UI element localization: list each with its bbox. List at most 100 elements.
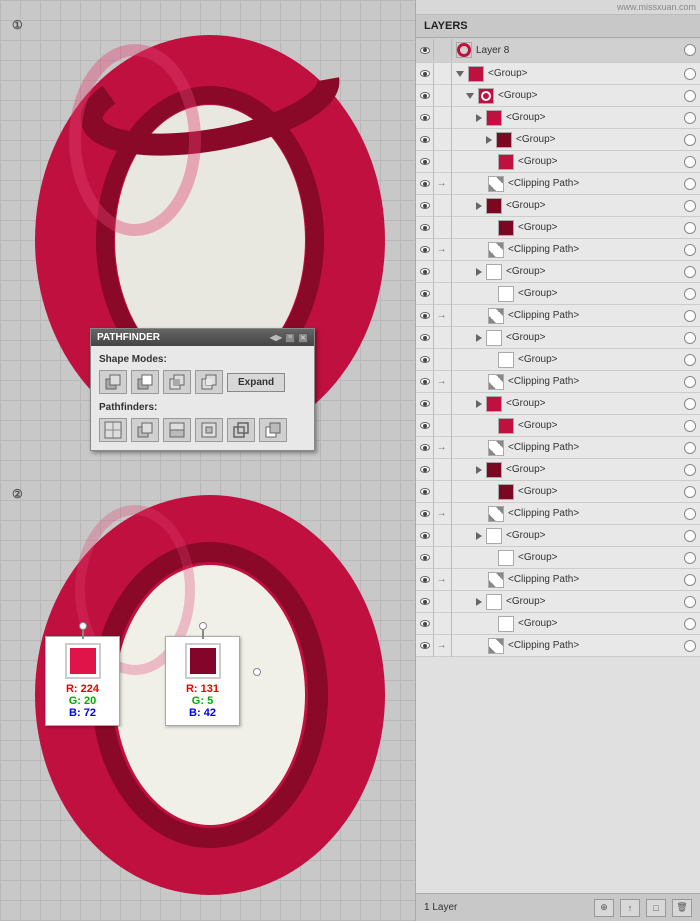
layer-item[interactable]: <Group>	[416, 327, 700, 349]
layer8-eye[interactable]	[416, 39, 434, 61]
layer-item[interactable]: <Group>	[416, 393, 700, 415]
layer-item[interactable]: <Group>	[416, 525, 700, 547]
layer-item[interactable]: <Group>	[416, 459, 700, 481]
layer8-lock[interactable]	[434, 39, 452, 61]
expand-triangle[interactable]	[466, 93, 474, 99]
intersect-btn[interactable]	[163, 370, 191, 394]
eye-icon-btn[interactable]	[416, 217, 434, 239]
new-sublayer-btn[interactable]: ⊕	[594, 899, 614, 917]
minus-back-btn[interactable]	[259, 418, 287, 442]
expand-triangle[interactable]	[476, 114, 482, 122]
layer-circle[interactable]	[684, 486, 696, 498]
layer-item[interactable]: → <Clipping Path>	[416, 173, 700, 195]
eye-icon-btn[interactable]	[416, 195, 434, 217]
eye-icon-btn[interactable]	[416, 503, 434, 525]
expand-triangle[interactable]	[476, 532, 482, 540]
layer-item[interactable]: <Group>	[416, 613, 700, 635]
layer-circle[interactable]	[684, 200, 696, 212]
layer-item[interactable]: <Group>	[416, 481, 700, 503]
layers-scroll[interactable]: <Group> <Group> <Group>	[416, 63, 700, 893]
expand-triangle[interactable]	[476, 466, 482, 474]
layer-circle[interactable]	[684, 640, 696, 652]
layer-circle[interactable]	[684, 398, 696, 410]
eye-icon-btn[interactable]	[416, 173, 434, 195]
layer-circle[interactable]	[684, 596, 696, 608]
crop-btn[interactable]	[195, 418, 223, 442]
eye-icon-btn[interactable]	[416, 305, 434, 327]
eye-icon-btn[interactable]	[416, 415, 434, 437]
layer8-row[interactable]: Layer 8	[416, 38, 700, 63]
layer-item[interactable]: <Group>	[416, 283, 700, 305]
outline-btn[interactable]	[227, 418, 255, 442]
layer-circle[interactable]	[684, 530, 696, 542]
eye-icon-btn[interactable]	[416, 63, 434, 85]
layer-circle[interactable]	[684, 508, 696, 520]
eye-icon-btn[interactable]	[416, 239, 434, 261]
layer-circle[interactable]	[684, 178, 696, 190]
eye-icon-btn[interactable]	[416, 591, 434, 613]
layer-circle[interactable]	[684, 442, 696, 454]
layer-item[interactable]: <Group>	[416, 63, 700, 85]
layer-item[interactable]: <Group>	[416, 85, 700, 107]
eye-icon-btn[interactable]	[416, 613, 434, 635]
layer-item[interactable]: <Group>	[416, 591, 700, 613]
eye-icon-btn[interactable]	[416, 371, 434, 393]
layer-circle[interactable]	[684, 574, 696, 586]
eye-icon-btn[interactable]	[416, 151, 434, 173]
layer-circle[interactable]	[684, 376, 696, 388]
layer-item[interactable]: → <Clipping Path>	[416, 305, 700, 327]
expand-triangle[interactable]	[456, 71, 464, 77]
layer-item[interactable]: → <Clipping Path>	[416, 239, 700, 261]
layer-circle[interactable]	[684, 464, 696, 476]
eye-icon-btn[interactable]	[416, 261, 434, 283]
delete-layer-btn[interactable]: 🗑	[672, 899, 692, 917]
layer-item[interactable]: <Group>	[416, 195, 700, 217]
move-layer-btn[interactable]: ↑	[620, 899, 640, 917]
eye-icon-btn[interactable]	[416, 393, 434, 415]
eye-icon-btn[interactable]	[416, 635, 434, 657]
layer-circle[interactable]	[684, 266, 696, 278]
unite-btn[interactable]	[99, 370, 127, 394]
layer-circle[interactable]	[684, 310, 696, 322]
layer-item[interactable]: → <Clipping Path>	[416, 371, 700, 393]
layer-item[interactable]: <Group>	[416, 217, 700, 239]
eye-icon-btn[interactable]	[416, 547, 434, 569]
layer-item[interactable]: <Group>	[416, 151, 700, 173]
new-layer-btn[interactable]: □	[646, 899, 666, 917]
minus-front-btn[interactable]	[131, 370, 159, 394]
eye-icon-btn[interactable]	[416, 525, 434, 547]
layer-item[interactable]: <Group>	[416, 261, 700, 283]
layer-item[interactable]: <Group>	[416, 349, 700, 371]
layer-item[interactable]: <Group>	[416, 415, 700, 437]
layer-circle[interactable]	[684, 332, 696, 344]
layer-circle[interactable]	[684, 354, 696, 366]
layer-circle[interactable]	[684, 222, 696, 234]
eye-icon-btn[interactable]	[416, 569, 434, 591]
layer-circle[interactable]	[684, 552, 696, 564]
expand-triangle[interactable]	[476, 598, 482, 606]
expand-triangle[interactable]	[476, 268, 482, 276]
layer8-circle[interactable]	[684, 44, 696, 56]
layer-circle[interactable]	[684, 68, 696, 80]
exclude-btn[interactable]	[195, 370, 223, 394]
merge-btn[interactable]	[163, 418, 191, 442]
layer-item[interactable]: → <Clipping Path>	[416, 437, 700, 459]
eye-icon-btn[interactable]	[416, 481, 434, 503]
layer-circle[interactable]	[684, 420, 696, 432]
layer-item[interactable]: → <Clipping Path>	[416, 503, 700, 525]
expand-triangle[interactable]	[476, 334, 482, 342]
layer-item[interactable]: → <Clipping Path>	[416, 635, 700, 657]
panel-titlebar[interactable]: PATHFINDER ◀▶ ≡ ✕	[91, 329, 314, 346]
eye-icon-btn[interactable]	[416, 129, 434, 151]
panel-menu-btn[interactable]: ≡	[285, 333, 295, 343]
layer-circle[interactable]	[684, 134, 696, 146]
eye-icon-btn[interactable]	[416, 283, 434, 305]
layer-item[interactable]: <Group>	[416, 107, 700, 129]
expand-button[interactable]: Expand	[227, 373, 285, 392]
eye-icon-btn[interactable]	[416, 349, 434, 371]
eye-icon-btn[interactable]	[416, 85, 434, 107]
layer-circle[interactable]	[684, 244, 696, 256]
layer-circle[interactable]	[684, 618, 696, 630]
eye-icon-btn[interactable]	[416, 327, 434, 349]
layer-item[interactable]: <Group>	[416, 547, 700, 569]
